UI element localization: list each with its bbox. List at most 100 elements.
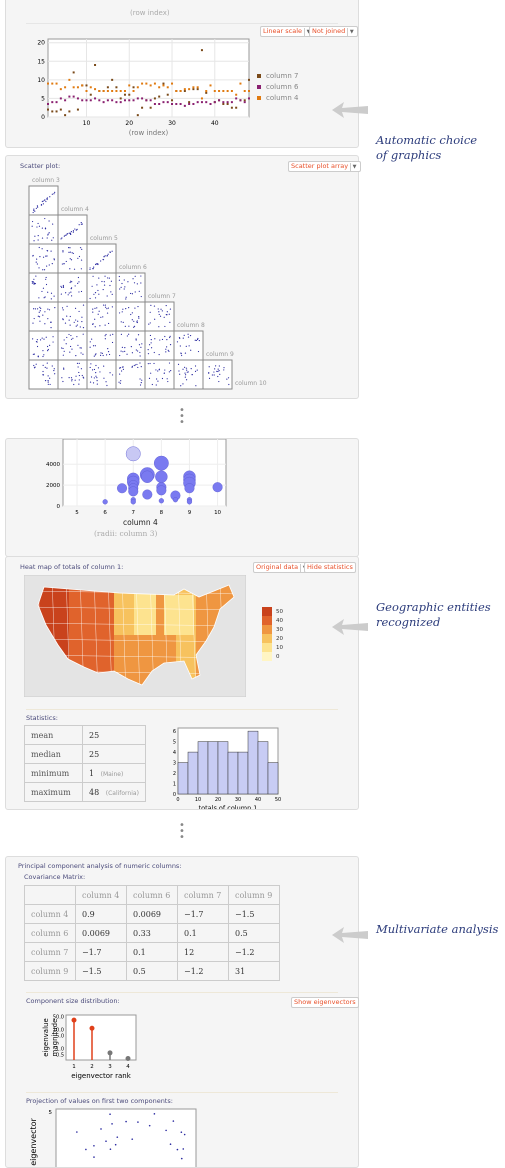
- data-point: [92, 345, 95, 347]
- stat-value: 25: [82, 744, 146, 764]
- data-point: [111, 99, 114, 102]
- data-point: [72, 337, 74, 339]
- column-label: column 5: [90, 235, 118, 242]
- data-point: [51, 101, 54, 104]
- data-point: [33, 208, 35, 210]
- data-point: [43, 338, 45, 340]
- data-point: [161, 377, 164, 380]
- data-point: [40, 307, 42, 310]
- divider: [26, 992, 338, 993]
- column-label: column 8: [177, 322, 205, 329]
- data-point: [111, 78, 114, 81]
- data-point: [136, 320, 138, 322]
- data-point: [36, 226, 38, 228]
- data-point: [78, 291, 80, 293]
- show-eigenvectors-button[interactable]: Show eigenvectors: [291, 997, 359, 1008]
- data-point: [218, 370, 220, 372]
- data-point: [91, 369, 94, 371]
- join-select[interactable]: Not joined ▼: [309, 26, 359, 37]
- data-point: [51, 263, 53, 265]
- data-point: [166, 101, 169, 104]
- data-point: [34, 366, 36, 368]
- table-row: column 6 0.0069 0.33 0.1 0.5: [24, 923, 280, 943]
- x-tick-label: 5: [75, 510, 79, 516]
- data-point: [61, 263, 63, 265]
- data-point: [32, 338, 34, 340]
- data-point: [51, 239, 53, 241]
- data-point: [52, 223, 54, 225]
- data-point: [149, 99, 152, 102]
- data-point: [158, 369, 160, 371]
- data-select[interactable]: Original data▼: [253, 562, 312, 573]
- data-point: [226, 378, 228, 380]
- data-point: [95, 263, 97, 266]
- hide-statistics-button[interactable]: Hide statistics: [304, 562, 356, 573]
- callout-line: Geographic entities: [376, 600, 491, 614]
- data-point: [124, 286, 126, 288]
- y-tick-label: 0: [57, 504, 61, 510]
- data-point: [54, 191, 56, 193]
- data-point: [80, 222, 82, 224]
- data-point: [44, 296, 46, 298]
- data-point: [149, 362, 151, 365]
- data-point: [69, 315, 71, 318]
- data-point: [70, 377, 73, 379]
- data-point: [139, 378, 141, 380]
- data-point: [223, 367, 225, 369]
- data-point: [184, 352, 187, 354]
- data-point: [196, 86, 199, 89]
- data-point: [53, 295, 55, 297]
- row-header: column 7: [24, 942, 76, 962]
- data-point: [132, 90, 135, 92]
- data-point: [107, 307, 109, 309]
- table-cell: 0.9: [75, 904, 127, 924]
- stat-value: 1 (Maine): [82, 763, 146, 783]
- data-point: [209, 103, 212, 105]
- data-point: [119, 354, 121, 357]
- histogram-bar: [177, 762, 189, 795]
- data-point: [239, 82, 242, 85]
- data-point: [248, 78, 250, 81]
- data-point: [39, 339, 42, 341]
- legend-swatch: [257, 96, 261, 100]
- data-point: [139, 362, 141, 364]
- data-point: [62, 347, 64, 350]
- data-point: [94, 292, 97, 294]
- data-point: [110, 280, 113, 282]
- data-point: [136, 97, 139, 100]
- data-point: [218, 90, 221, 92]
- column-label: column 9: [206, 351, 234, 358]
- data-point: [106, 86, 109, 89]
- data-point: [61, 286, 63, 289]
- data-point: [39, 255, 41, 258]
- data-point: [164, 335, 166, 338]
- data-point: [154, 338, 156, 340]
- bubble: [128, 486, 139, 497]
- data-point: [89, 86, 92, 89]
- data-point: [180, 1157, 183, 1160]
- data-point: [83, 377, 85, 379]
- stat-label: mean: [24, 725, 83, 745]
- data-point: [47, 318, 49, 320]
- data-point: [243, 99, 246, 102]
- data-point: [102, 304, 105, 306]
- data-point: [33, 308, 35, 310]
- data-point: [111, 250, 113, 252]
- table-cell: −1.2: [177, 961, 229, 981]
- data-point: [47, 375, 49, 377]
- data-point: [96, 377, 98, 379]
- data-point: [196, 101, 199, 104]
- data-point: [226, 103, 229, 105]
- data-point: [81, 320, 83, 323]
- data-point: [80, 259, 83, 261]
- data-point: [147, 363, 149, 365]
- scale-select[interactable]: Linear scale▼: [260, 26, 316, 37]
- time-series-chart: 10 20 30 40 0 5 10 15 20 column 7 column 6 column 4…: [37, 38, 299, 137]
- data-point: [161, 310, 163, 312]
- data-point: [149, 322, 151, 324]
- data-point: [171, 103, 174, 105]
- data-point: [118, 279, 121, 281]
- data-point: [118, 312, 121, 314]
- histogram-bar: [207, 741, 219, 795]
- data-point: [105, 333, 107, 336]
